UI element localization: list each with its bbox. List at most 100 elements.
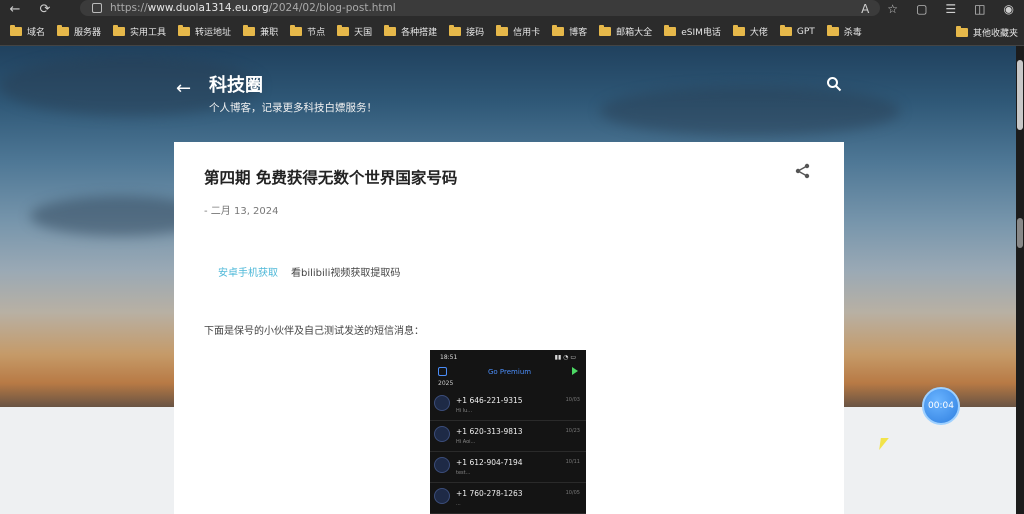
bookmark-label: eSIM电话 [681, 28, 721, 38]
bookmark-label: 接码 [466, 28, 485, 38]
folder-icon [178, 25, 191, 36]
folder-icon [664, 25, 677, 36]
url-path: /2024/02/blog-post.html [268, 2, 396, 14]
bookmark-item[interactable]: 天国 [337, 25, 372, 38]
share-icon[interactable] [794, 162, 812, 180]
address-bar-row: ← ⟳ https:// www.duola1314.eu.org /2024/… [0, 0, 1024, 18]
toolbar-icons: A ☆ ▢ ☰ ◫ ◉ [861, 0, 1014, 18]
url-field[interactable]: https:// www.duola1314.eu.org /2024/02/b… [80, 0, 880, 16]
split-screen-icon[interactable]: ▢ [916, 2, 927, 16]
scrollbar-thumb[interactable] [1017, 60, 1023, 130]
phone-header: Go Premium [430, 364, 586, 380]
bookmark-item[interactable]: 各种搭建 [384, 25, 437, 38]
folder-icon [337, 25, 350, 36]
collections-icon[interactable]: ◫ [974, 2, 985, 16]
blog-page: ← 科技圈 个人博客，记录更多科技白嫖服务！ 第四期 免费获得无数个世界国家号码… [0, 46, 1016, 514]
bookmark-item[interactable]: 服务器 [57, 25, 101, 38]
bookmarks-bar: 域名 服务器 实用工具 转运地址 兼职 节点 天国 各种搭建 接码 信用卡 博客 邮箱大全 eSIM电话… [0, 18, 1024, 46]
bookmark-label: 转运地址 [195, 28, 232, 38]
scrollbar-marker [1017, 218, 1023, 248]
phone-list-item: +1 612-904-7194 test... 10/11 [430, 452, 586, 483]
post-date: - 二月 13, 2024 [204, 206, 279, 217]
bookmark-item[interactable]: 信用卡 [496, 25, 540, 38]
bookmark-label: 节点 [307, 28, 326, 38]
folder-icon [552, 25, 565, 36]
message-date: 10/11 [565, 459, 580, 465]
bookmark-label: 服务器 [74, 28, 102, 38]
bookmark-item[interactable]: 博客 [552, 25, 587, 38]
post-title: 第四期 免费获得无数个世界国家号码 [204, 169, 458, 187]
sms-screenshot: 18:51 ▮▮ ◔ ▭ Go Premium 2025 +1 646-221-… [430, 350, 586, 514]
phone-number: +1 646-221-9315 [456, 396, 523, 405]
signal-icon: ▮▮ ◔ ▭ [554, 353, 576, 361]
url-domain: www.duola1314.eu.org [147, 2, 269, 14]
bookmark-item[interactable]: 域名 [10, 25, 45, 38]
phone-number: +1 620-313-9813 [456, 427, 523, 436]
read-aloud-icon[interactable]: A [861, 2, 869, 16]
play-icon [572, 367, 578, 375]
folder-icon [496, 25, 509, 36]
recording-timer: 00:04 [922, 387, 960, 425]
message-preview: Hi lu... [456, 408, 473, 414]
other-bookmarks[interactable]: 其他收藏夹 [955, 18, 1018, 46]
bookmark-label: 杀毒 [843, 28, 862, 38]
message-preview: Hi Aoi... [456, 439, 476, 445]
bookmark-item[interactable]: 节点 [290, 25, 325, 38]
message-date: 10/05 [565, 490, 580, 496]
phone-number: +1 612-904-7194 [456, 458, 523, 467]
bookmark-item[interactable]: GPT [779, 25, 815, 37]
folder-icon [955, 25, 968, 37]
bookmark-label: 信用卡 [513, 28, 541, 38]
bookmark-item[interactable]: 实用工具 [113, 25, 166, 38]
bilibili-note: 看bilibili视频获取提取码 [291, 268, 401, 279]
folder-icon [10, 25, 22, 36]
bookmark-label: 天国 [354, 28, 373, 38]
phone-list-item: +1 760-278-1263... 10/05 [430, 483, 586, 514]
folder-icon [243, 25, 256, 36]
phone-number-list: +1 646-221-9315 Hi lu... 10/03 +1 620-313-9… [430, 390, 586, 514]
mouse-cursor-icon [879, 438, 889, 450]
favorite-star-icon[interactable]: ☆ [887, 2, 898, 16]
bookmark-label: 邮箱大全 [616, 28, 653, 38]
phone-time: 18:51 [440, 353, 458, 361]
folder-icon [779, 25, 792, 36]
back-button[interactable]: ← [0, 0, 30, 18]
favorites-icon[interactable]: ☰ [945, 2, 956, 16]
folder-icon [599, 25, 612, 36]
bookmark-label: GPT [796, 26, 815, 37]
blog-back-icon[interactable]: ← [176, 78, 191, 99]
blog-description: 个人博客，记录更多科技白嫖服务！ [209, 102, 377, 114]
post-paragraph: 下面是保号的小伙伴及自己测试发送的短信消息： [204, 326, 424, 337]
edit-icon [438, 367, 447, 376]
phone-year: 2025 [438, 380, 454, 387]
phone-status-bar: 18:51 ▮▮ ◔ ▭ [430, 350, 586, 364]
search-icon[interactable] [826, 76, 842, 92]
android-link[interactable]: 安卓手机获取 [218, 264, 278, 279]
bookmark-label: 各种搭建 [401, 28, 438, 38]
folder-icon [449, 25, 462, 36]
bookmark-item[interactable]: 接码 [449, 25, 484, 38]
bookmark-item[interactable]: 大佬 [732, 25, 768, 38]
go-premium-label: Go Premium [488, 368, 532, 376]
folder-icon [113, 25, 126, 36]
bookmark-label: 兼职 [260, 28, 279, 38]
bookmark-item[interactable]: eSIM电话 [664, 25, 721, 38]
post-card: 第四期 免费获得无数个世界国家号码 - 二月 13, 2024 安卓手机获取 看… [174, 142, 844, 514]
bookmark-label: 博客 [569, 28, 588, 38]
cloud-shape [600, 86, 900, 136]
profile-icon[interactable]: ◉ [1004, 2, 1014, 16]
url-scheme: https:// [110, 2, 148, 14]
bookmark-item[interactable]: 转运地址 [178, 25, 231, 38]
contact-avatar [434, 395, 450, 411]
bookmark-item[interactable]: 兼职 [243, 25, 278, 38]
blog-title[interactable]: 科技圈 [209, 71, 263, 97]
lock-icon [92, 3, 102, 13]
bookmark-item[interactable]: 杀毒 [826, 25, 862, 38]
folder-icon [732, 25, 745, 36]
refresh-button[interactable]: ⟳ [30, 0, 60, 18]
phone-number: +1 760-278-1263 [456, 489, 523, 498]
folder-icon [826, 25, 839, 36]
phone-list-item: +1 646-221-9315 Hi lu... 10/03 [430, 390, 586, 421]
message-date: 10/23 [565, 428, 580, 434]
bookmark-item[interactable]: 邮箱大全 [599, 25, 652, 38]
